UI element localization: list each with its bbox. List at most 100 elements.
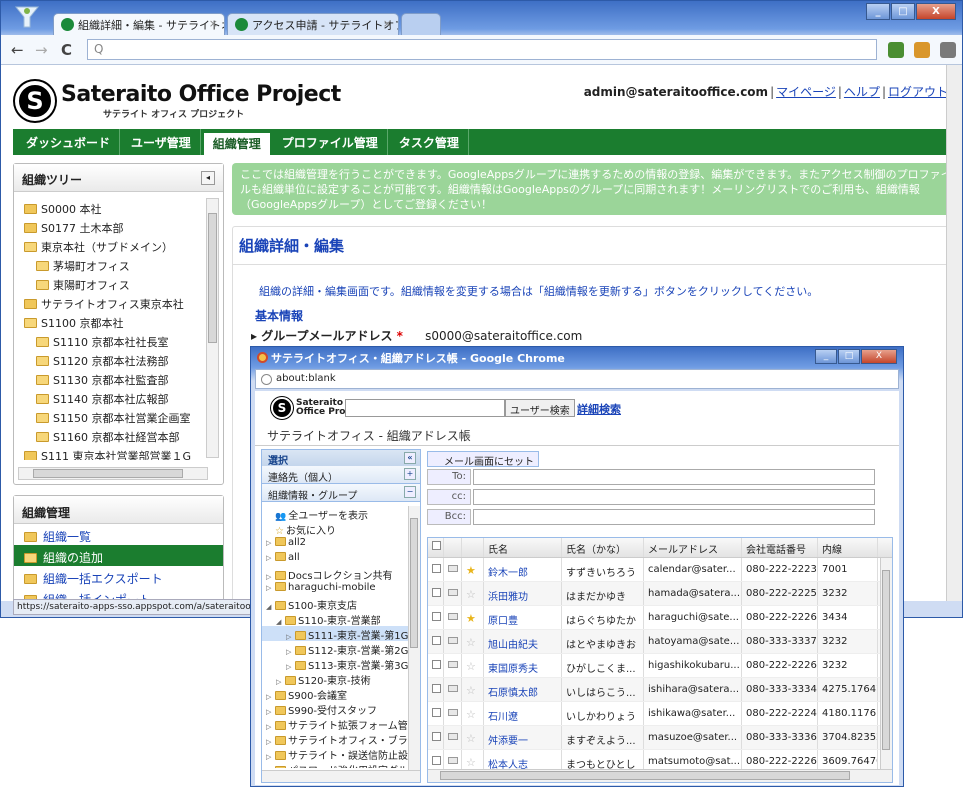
contact-name[interactable]: 舛添要一	[488, 736, 528, 747]
contact-name[interactable]: 東国原秀夫	[488, 664, 538, 675]
to-input[interactable]	[473, 469, 875, 485]
nav-user-management[interactable]: ユーザ管理	[122, 129, 201, 155]
to-button[interactable]: To:	[427, 469, 471, 485]
expand-triangle-icon[interactable]: ▷	[286, 648, 295, 656]
row-checkbox[interactable]	[428, 654, 444, 677]
back-arrow-icon[interactable]: ←	[11, 41, 24, 59]
col-email[interactable]: メールアドレス	[644, 538, 742, 557]
set-to-mail-button[interactable]: メール画面にセット	[427, 451, 539, 468]
bcc-button[interactable]: Bcc:	[427, 509, 471, 525]
org-tree-item[interactable]: 東京本社（サブドメイン）	[18, 236, 208, 255]
table-row[interactable]: ☆ 旭山由紀夫 はとやまゆきお hatoyama@sate... 080-333-333…	[428, 630, 892, 654]
envelope-icon[interactable]	[444, 654, 462, 677]
star-icon[interactable]: ☆	[462, 630, 484, 653]
envelope-icon[interactable]	[444, 606, 462, 629]
new-tab-button[interactable]	[401, 13, 441, 35]
envelope-icon[interactable]	[444, 558, 462, 581]
org-tree-item[interactable]: S0000 本社	[18, 198, 208, 217]
bcc-input[interactable]	[473, 509, 875, 525]
tree-scrollbar[interactable]	[206, 198, 219, 458]
expand-triangle-icon[interactable]: ▷	[266, 753, 275, 761]
group-tree-item[interactable]: ▷ サテライト拡張フォーム管理	[262, 716, 408, 732]
row-checkbox[interactable]	[428, 702, 444, 725]
user-search-input[interactable]	[345, 399, 505, 417]
menu-org-list[interactable]: 組織一覧	[14, 524, 223, 545]
collapse-left-button[interactable]: «	[404, 452, 416, 464]
row-checkbox[interactable]	[428, 726, 444, 749]
expand-triangle-icon[interactable]: ▷	[266, 554, 275, 562]
tab-close-icon[interactable]: ×	[383, 17, 392, 30]
col-tel[interactable]: 会社電話番号	[742, 538, 818, 557]
popup-address-bar[interactable]: about:blank	[255, 369, 899, 389]
contact-name[interactable]: 石原慎太郎	[488, 688, 538, 699]
nav-profile-management[interactable]: プロファイル管理	[273, 129, 388, 155]
tree-horizontal-scrollbar[interactable]	[262, 770, 420, 782]
popup-maximize-button[interactable]: □	[838, 349, 860, 364]
expand-triangle-icon[interactable]: ▷	[266, 738, 275, 746]
popup-close-button[interactable]: X	[861, 349, 897, 364]
expand-button[interactable]: +	[404, 468, 416, 480]
grid-horizontal-scrollbar[interactable]	[428, 769, 892, 782]
org-tree-item[interactable]: S1150 京都本社営業企画室	[18, 407, 208, 426]
close-button[interactable]: X	[916, 3, 956, 20]
row-checkbox[interactable]	[428, 558, 444, 581]
collapse-button[interactable]: ◂	[201, 171, 215, 185]
cc-input[interactable]	[473, 489, 875, 505]
contact-name[interactable]: 鈴木一郎	[488, 568, 528, 579]
group-tree-item[interactable]: ▷ haraguchi-mobile	[262, 581, 408, 596]
org-tree-item[interactable]: S1130 京都本社監査部	[18, 369, 208, 388]
star-icon[interactable]: ☆	[462, 702, 484, 725]
menu-org-export[interactable]: 組織一括エクスポート	[14, 566, 223, 587]
expand-triangle-icon[interactable]: ▷	[266, 693, 275, 701]
row-checkbox[interactable]	[428, 630, 444, 653]
tab-access-request[interactable]: アクセス申請 - サテライトオフィ ×	[227, 13, 399, 35]
org-tree-item[interactable]: S0177 土木本部	[18, 217, 208, 236]
expand-triangle-icon[interactable]: ▷	[266, 708, 275, 716]
expand-triangle-icon[interactable]: ◢	[276, 618, 285, 626]
star-icon[interactable]: ☆	[462, 582, 484, 605]
org-tree-item[interactable]: S1120 京都本社法務部	[18, 350, 208, 369]
maximize-button[interactable]: □	[891, 3, 915, 20]
reload-icon[interactable]: C	[61, 41, 72, 59]
envelope-icon[interactable]	[444, 678, 462, 701]
expand-triangle-icon[interactable]: ▷	[266, 584, 275, 592]
star-filled-icon[interactable]: ★	[462, 558, 484, 581]
group-tree-item[interactable]: ▷ S900-会議室	[262, 686, 408, 702]
collapse-button[interactable]: −	[404, 486, 416, 498]
expand-triangle-icon[interactable]: ▷	[286, 633, 295, 641]
expand-triangle-icon[interactable]: ▷	[276, 678, 285, 686]
expand-triangle-icon[interactable]: ▷	[286, 663, 295, 671]
select-all-checkbox[interactable]	[428, 538, 444, 557]
popup-minimize-button[interactable]: _	[815, 349, 837, 364]
wrench-icon[interactable]	[940, 42, 956, 58]
tab-close-icon[interactable]: ×	[209, 17, 218, 30]
menu-org-add[interactable]: 組織の追加	[14, 545, 223, 566]
contact-name[interactable]: 石川遼	[488, 712, 518, 723]
col-ext[interactable]: 内線	[818, 538, 878, 557]
mypage-link[interactable]: マイページ	[776, 85, 836, 99]
group-tree-item[interactable]: ▷ all2	[262, 536, 408, 551]
table-row[interactable]: ☆ 石原慎太郎 いしはらこう... ishihara@satera... 080-333…	[428, 678, 892, 702]
table-row[interactable]: ★ 原口豊 はらぐちゆたか haraguchi@sate... 080-222-2226…	[428, 606, 892, 630]
org-tree-item[interactable]: 東陽町オフィス	[18, 274, 208, 293]
page-scrollbar[interactable]	[946, 65, 962, 601]
star-filled-icon[interactable]: ★	[462, 606, 484, 629]
group-tree-item[interactable]: 👥 全ユーザーを表示	[262, 506, 408, 522]
group-tree-item[interactable]: ▷ S111-東京-営業-第1G	[262, 626, 408, 642]
tree-scrollbar[interactable]	[408, 506, 420, 770]
expand-triangle-icon[interactable]: ▷	[266, 573, 275, 581]
nav-org-management[interactable]: 組織管理	[202, 132, 271, 155]
row-checkbox[interactable]	[428, 678, 444, 701]
envelope-icon[interactable]	[444, 630, 462, 653]
accordion-org-groups[interactable]: 組織情報・グループ −	[262, 484, 420, 502]
group-tree-item[interactable]: ▷ S990-受付スタッフ	[262, 701, 408, 717]
group-tree-item[interactable]: ▷ S112-東京-営業-第2G	[262, 641, 408, 657]
group-tree-item[interactable]: ▷ all	[262, 551, 408, 566]
contact-name[interactable]: 浜田雅功	[488, 592, 528, 603]
table-row[interactable]: ☆ 東国原秀夫 ひがしこくま... higashikokubaru... 080-222…	[428, 654, 892, 678]
expand-triangle-icon[interactable]: ◢	[266, 603, 275, 611]
row-checkbox[interactable]	[428, 606, 444, 629]
group-tree-item[interactable]: ▷パスワード強化用設定グループ	[262, 761, 408, 768]
group-tree-item[interactable]: ☆ お気に入り	[262, 521, 408, 537]
table-row[interactable]: ☆ 舛添要一 ますぞえよう... masuzoe@sater... 080-333-33…	[428, 726, 892, 750]
